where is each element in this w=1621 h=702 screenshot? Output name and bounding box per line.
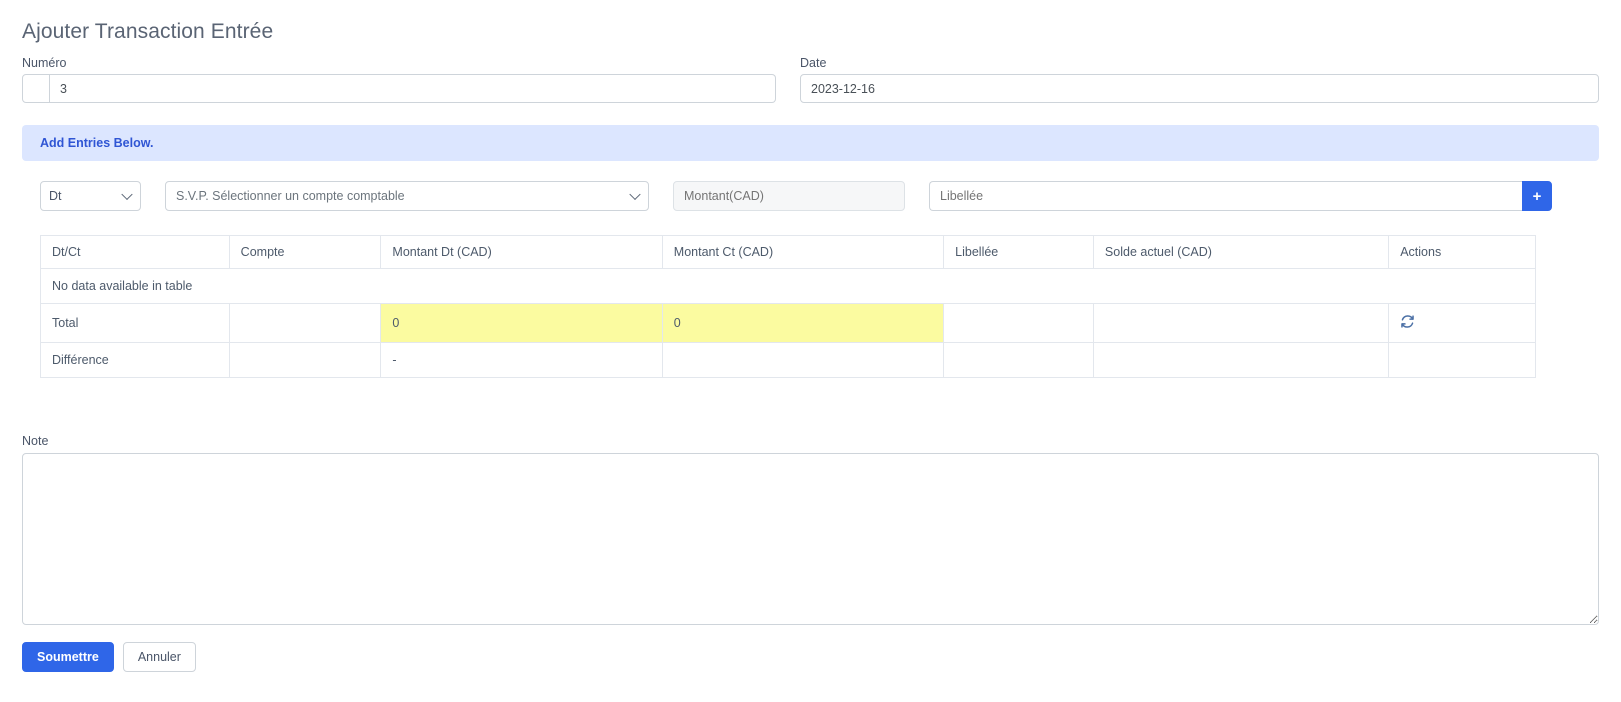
date-label: Date — [800, 56, 827, 70]
empty-row: No data available in table — [40, 268, 1536, 304]
difference-solde — [1092, 342, 1390, 378]
numero-input-group — [22, 74, 776, 103]
difference-libellee — [943, 342, 1094, 378]
total-compte — [228, 303, 382, 343]
date-input[interactable] — [800, 74, 1599, 103]
total-solde — [1092, 303, 1390, 343]
total-actions-cell — [1388, 303, 1536, 343]
total-label: Total — [40, 303, 230, 343]
header-montant-dt: Montant Dt (CAD) — [380, 235, 663, 269]
header-libellee: Libellée — [943, 235, 1094, 269]
difference-montant-ct — [661, 342, 945, 378]
refresh-icon[interactable] — [1400, 314, 1415, 329]
page-title: Ajouter Transaction Entrée — [22, 20, 274, 43]
add-transaction-page: Ajouter Transaction Entrée Numéro Date A… — [0, 20, 1621, 702]
header-actions: Actions — [1388, 235, 1536, 269]
header-dtct: Dt/Ct — [40, 235, 230, 269]
account-select-value: S.V.P. Sélectionner un compte comptable — [176, 189, 405, 203]
note-textarea[interactable] — [22, 453, 1599, 625]
difference-actions — [1388, 342, 1536, 378]
total-montant-dt: 0 — [380, 303, 663, 343]
difference-label: Différence — [40, 342, 230, 378]
numero-suffix-addon — [754, 74, 776, 103]
account-select[interactable]: S.V.P. Sélectionner un compte comptable — [165, 181, 649, 211]
chevron-down-icon — [629, 188, 641, 201]
numero-label: Numéro — [22, 56, 67, 70]
header-montant-ct: Montant Ct (CAD) — [661, 235, 945, 269]
dtct-select-value: Dt — [49, 189, 62, 203]
add-entries-alert: Add Entries Below. — [22, 125, 1599, 161]
chevron-down-icon — [121, 188, 133, 201]
difference-montant-dt: - — [380, 342, 663, 378]
top-fields-row: Numéro Date — [22, 56, 1599, 103]
total-row: Total 0 0 — [40, 303, 1536, 343]
entries-table-body: No data available in table Total 0 0 Dif… — [40, 268, 1536, 378]
entry-input-row: Dt S.V.P. Sélectionner un compte comptab… — [22, 181, 1599, 211]
no-data-message: No data available in table — [40, 268, 1536, 304]
add-entry-button[interactable]: + — [1522, 181, 1552, 211]
dtct-select[interactable]: Dt — [40, 181, 141, 211]
numero-prefix-addon — [22, 74, 50, 103]
entries-table: Dt/Ct Compte Montant Dt (CAD) Montant Ct… — [40, 235, 1536, 378]
libellee-input[interactable] — [929, 181, 1522, 211]
plus-icon: + — [1532, 187, 1542, 205]
difference-row: Différence - — [40, 342, 1536, 378]
form-actions: Soumettre Annuler — [22, 642, 1599, 672]
cancel-button[interactable]: Annuler — [122, 642, 196, 672]
note-label: Note — [22, 434, 49, 448]
numero-input[interactable] — [50, 74, 754, 103]
entries-table-head: Dt/Ct Compte Montant Dt (CAD) Montant Ct… — [40, 235, 1536, 269]
header-compte: Compte — [228, 235, 382, 269]
date-field-group: Date — [800, 56, 1599, 103]
total-montant-ct: 0 — [661, 303, 945, 343]
header-solde-actuel: Solde actuel (CAD) — [1092, 235, 1390, 269]
difference-compte — [228, 342, 382, 378]
numero-field-group: Numéro — [22, 56, 776, 103]
total-libellee — [943, 303, 1094, 343]
montant-input[interactable] — [673, 181, 905, 211]
submit-button[interactable]: Soumettre — [22, 642, 114, 672]
table-header-row: Dt/Ct Compte Montant Dt (CAD) Montant Ct… — [40, 235, 1536, 269]
